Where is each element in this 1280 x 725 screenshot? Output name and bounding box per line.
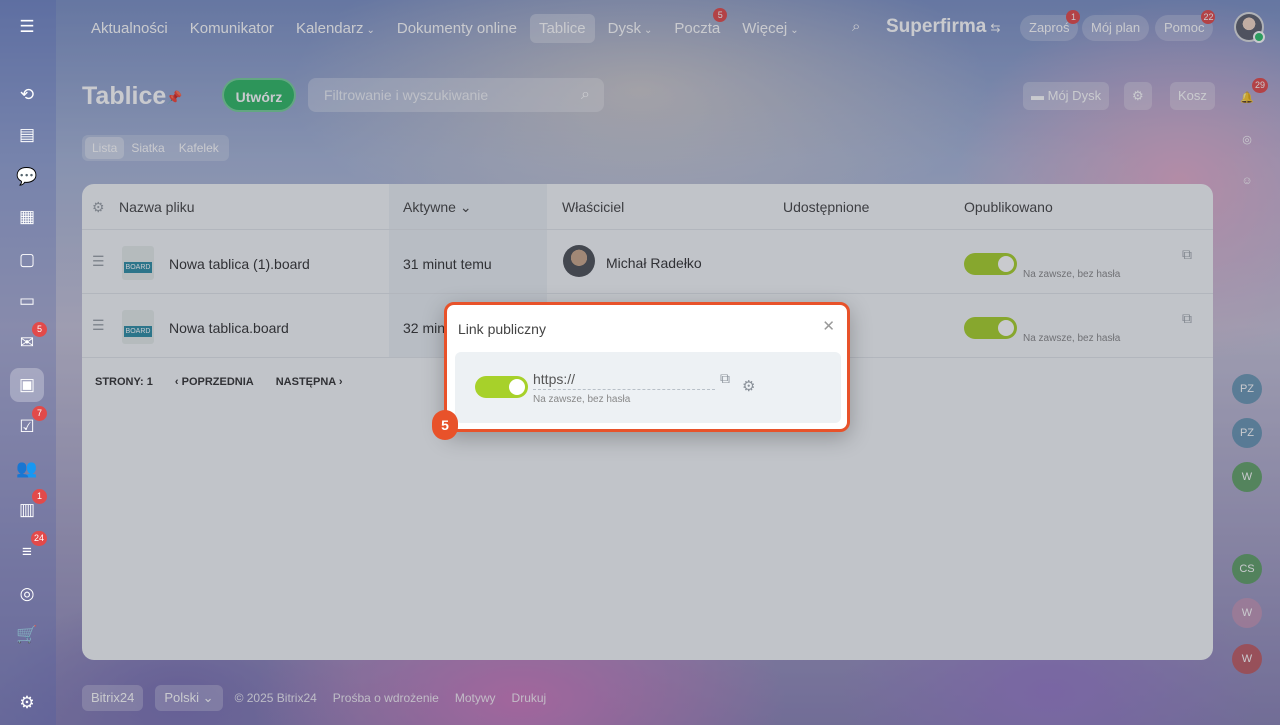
- tasks-badge: 7: [32, 406, 47, 421]
- popup-body: https:// Na zawsze, bez hasła ⧉ ⚙: [455, 352, 841, 423]
- boards-icon[interactable]: ▣: [10, 368, 44, 402]
- team-icon[interactable]: 👥: [10, 452, 44, 486]
- mail-icon[interactable]: ✉ 5: [10, 322, 47, 360]
- feed-badge: 1: [32, 489, 47, 504]
- document-icon[interactable]: ▤: [10, 118, 44, 152]
- step-badge: 5: [432, 410, 458, 440]
- filter-badge: 24: [30, 531, 47, 546]
- feed-icon[interactable]: ▥ 1: [10, 489, 47, 527]
- public-link-url[interactable]: https://: [533, 371, 715, 390]
- gear-icon[interactable]: ⚙: [742, 377, 755, 395]
- target-icon[interactable]: ◎: [10, 577, 44, 611]
- filter-icon[interactable]: ≡ 24: [10, 531, 47, 569]
- cart-icon[interactable]: 🛒: [10, 618, 44, 652]
- activity-stream-icon[interactable]: ⟲: [10, 78, 44, 112]
- copy-icon[interactable]: ⧉: [720, 370, 730, 387]
- file-icon[interactable]: ▢: [10, 243, 44, 277]
- popup-title: Link publiczny: [458, 321, 546, 337]
- calendar-icon[interactable]: ▦: [10, 200, 44, 234]
- chat-icon[interactable]: 💬: [10, 160, 44, 194]
- public-link-note: Na zawsze, bez hasła: [533, 394, 631, 405]
- public-link-toggle[interactable]: [475, 376, 528, 398]
- public-link-popup: Link publiczny ✕ https:// Na zawsze, bez…: [444, 302, 850, 432]
- close-icon[interactable]: ✕: [822, 317, 835, 335]
- left-sidebar: ☰ ⟲ ▤ 💬 ▦ ▢ ▭ ✉ 5 ▣ ☑ 7 👥 ▥ 1 ≡ 24 ◎ 🛒 ⚙: [0, 0, 56, 725]
- mail-badge: 5: [32, 322, 47, 337]
- drive-icon[interactable]: ▭: [10, 284, 44, 318]
- menu-icon[interactable]: ☰: [10, 10, 44, 44]
- tasks-icon[interactable]: ☑ 7: [10, 406, 47, 444]
- settings-icon[interactable]: ⚙: [10, 686, 44, 720]
